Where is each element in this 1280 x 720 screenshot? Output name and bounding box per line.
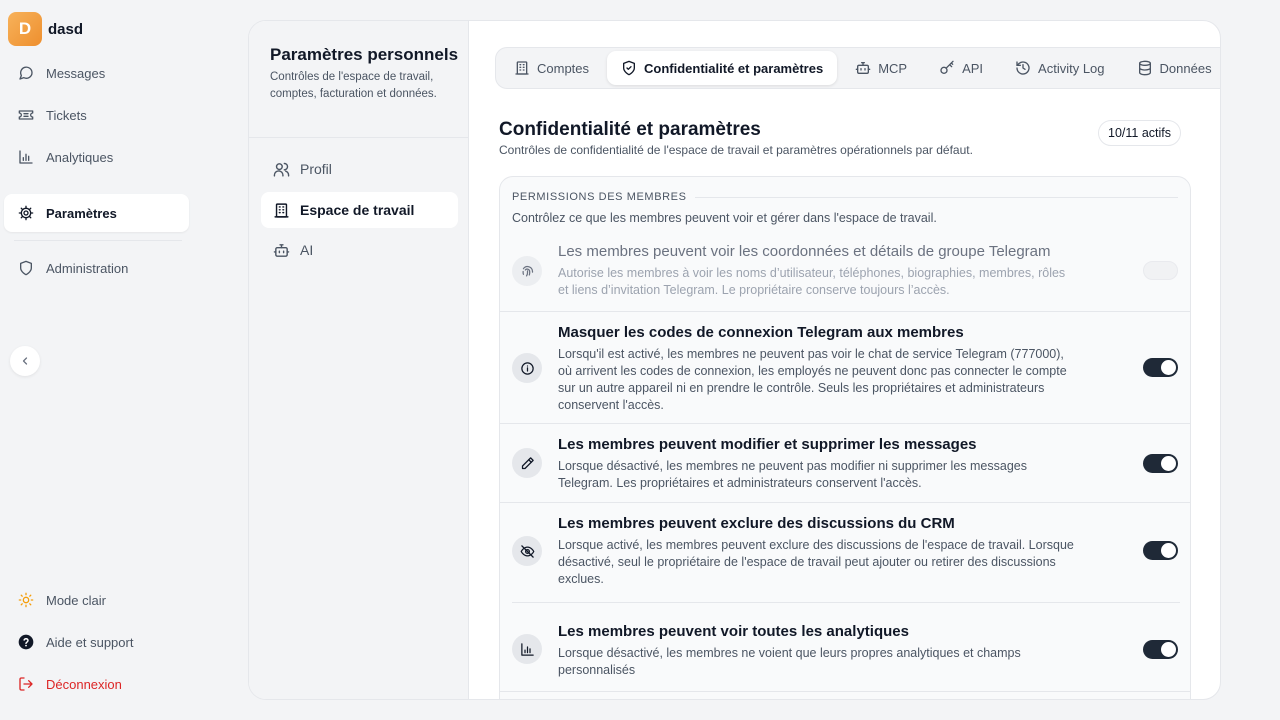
theme-toggle-button[interactable]: Mode clair [4,581,189,619]
shield-check-icon [623,60,636,76]
permission-row: Les membres peuvent modifier et supprime… [500,423,1190,502]
sidebar-item-label: Analytiques [46,149,114,165]
message-circle-icon [19,66,33,80]
tab-label: Activity Log [1038,60,1105,76]
permission-title: Les membres peuvent modifier et supprime… [558,436,977,453]
permission-row: Les membres peuvent voir les coordonnées… [500,233,1190,311]
subnav-item-ai[interactable]: AI [261,232,458,268]
permission-description: Lorsque activé, les membres peuvent excl… [558,538,1074,586]
sidebar-item-label: Aide et support [46,634,134,650]
subnav-title: Paramètres personnels [270,45,459,64]
tab-comptes[interactable]: Comptes [500,51,603,85]
sidebar-item-parametres[interactable]: Paramètres [4,194,189,232]
eye-off-icon [512,536,542,566]
permission-title: Les membres peuvent voir les coordonnées… [558,243,1051,260]
permission-toggle[interactable] [1143,261,1178,280]
tab-label: API [962,60,984,76]
bot-icon [273,243,290,257]
permission-row: Masquer les codes de connexion Telegram … [500,311,1190,423]
chevron-left-icon [22,357,28,365]
sidebar-item-label: Déconnexion [46,676,122,692]
sun-icon [18,592,34,608]
building-icon [274,202,289,218]
gear-icon [18,205,34,221]
member-permissions-section: PERMISSIONS DES MEMBRES Contrôlez ce que… [499,176,1191,699]
tab-donnees[interactable]: Données [1123,51,1220,85]
tab-api[interactable]: API [925,51,997,85]
permission-description: Lorsque désactivé, les membres ne peuven… [558,459,1027,490]
permission-row: Les membres peuvent voir toutes les anal… [500,602,1190,691]
history-icon [1016,61,1030,75]
settings-content: Comptes Confidentialité et paramètres MC… [469,21,1220,699]
main-sidebar: D dasd Messages Tickets Analytiques Para… [0,0,200,720]
sidebar-divider [14,240,182,241]
sidebar-item-label: Tickets [46,107,87,123]
subnav-description: Contrôles de l'espace de travail, compte… [270,71,437,100]
workspace-switcher[interactable]: D dasd [8,12,83,46]
permission-title: Les membres peuvent exclure des discussi… [558,515,955,532]
permission-description: Autorise les membres à voir les noms d’u… [558,266,1066,297]
fingerprint-icon [512,256,542,286]
help-circle-icon [18,634,34,650]
subnav-item-profil[interactable]: Profil [261,151,458,187]
page-subtitle: Contrôles de confidentialité de l'espace… [499,143,973,157]
tab-label: Données [1159,60,1212,76]
logout-button[interactable]: Déconnexion [4,665,189,703]
page-title: Confidentialité et paramètres [499,119,761,140]
workspace-avatar: D [8,12,42,46]
subnav-item-label: Espace de travail [300,202,415,218]
tab-label: Confidentialité et paramètres [644,60,824,76]
permission-description: Lorsque désactivé, les membres ne voient… [558,646,1021,677]
permission-description: Lorsqu'il est activé, les membres ne peu… [558,347,1067,412]
permission-row-next [500,691,1190,699]
info-icon [512,353,542,383]
bot-icon [855,62,871,74]
settings-card: Paramètres personnels Contrôles de l'esp… [248,20,1221,700]
sidebar-item-label: Administration [46,260,129,276]
tab-label: Comptes [537,60,590,76]
sidebar-item-messages[interactable]: Messages [4,54,189,92]
sidebar-item-label: Mode clair [46,592,106,608]
settings-subnav: Paramètres personnels Contrôles de l'esp… [249,21,469,699]
key-icon [940,60,954,74]
subnav-divider [249,137,469,138]
tab-confidentialite[interactable]: Confidentialité et paramètres [607,51,838,85]
settings-tabs: Comptes Confidentialité et paramètres MC… [495,47,1220,89]
database-icon [1138,60,1151,76]
sidebar-item-label: Paramètres [46,205,117,221]
bar-chart-icon [19,150,33,164]
sidebar-item-tickets[interactable]: Tickets [4,96,189,134]
permission-title: Masquer les codes de connexion Telegram … [558,324,964,341]
subnav-item-label: AI [300,242,314,258]
section-heading-rule [694,196,1178,198]
bar-chart-icon [512,634,542,664]
ticket-icon [18,110,34,120]
shield-icon [20,260,32,276]
subnav-item-espace-de-travail[interactable]: Espace de travail [261,192,458,228]
workspace-name: dasd [48,20,84,38]
permission-title: Les membres peuvent voir toutes les anal… [558,623,909,640]
collapse-sidebar-button[interactable] [10,346,40,376]
section-heading: PERMISSIONS DES MEMBRES [512,191,1178,203]
sidebar-item-analytiques[interactable]: Analytiques [4,138,189,176]
permission-toggle[interactable] [1143,541,1178,560]
tab-activity-log[interactable]: Activity Log [1001,51,1118,85]
permission-toggle[interactable] [1143,640,1178,659]
tab-label: MCP [878,60,908,76]
help-support-button[interactable]: Aide et support [4,623,189,661]
pencil-icon [512,448,542,478]
tab-mcp[interactable]: MCP [841,51,921,85]
section-description: Contrôlez ce que les membres peuvent voi… [512,211,937,225]
subnav-item-label: Profil [300,161,332,177]
section-heading-text: PERMISSIONS DES MEMBRES [512,191,687,203]
permission-row: Les membres peuvent exclure des discussi… [500,502,1190,603]
sidebar-item-label: Messages [46,65,106,81]
permission-toggle[interactable] [1143,358,1178,377]
logout-icon [19,677,33,691]
sidebar-item-administration[interactable]: Administration [4,249,189,287]
active-count-badge: 10/11 actifs [1098,120,1182,146]
users-icon [273,162,290,177]
permission-toggle[interactable] [1143,454,1178,473]
building-icon [515,61,529,75]
